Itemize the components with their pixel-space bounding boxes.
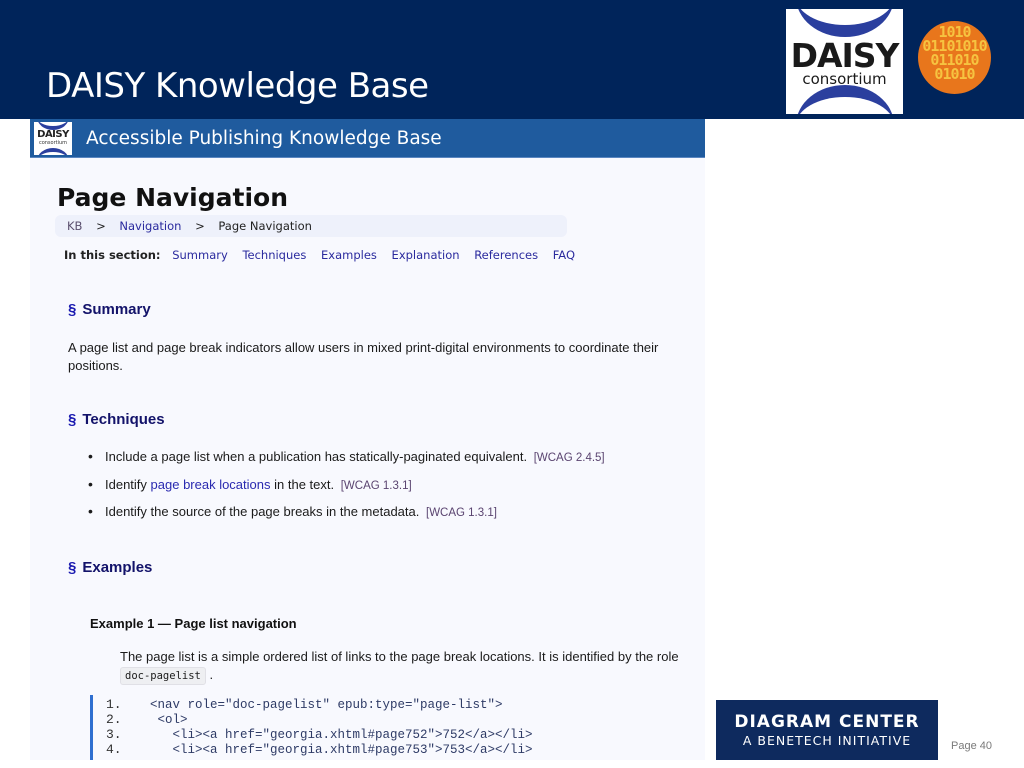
binary-circle-logo: 1010 01101010 011010 01010 xyxy=(918,21,991,94)
breadcrumb: KB > Navigation > Page Navigation xyxy=(55,215,567,237)
kb-banner-title[interactable]: Accessible Publishing Knowledge Base xyxy=(86,128,442,149)
line-number: 1. xyxy=(106,697,122,712)
section-nav-summary[interactable]: Summary xyxy=(172,248,228,262)
slide-title: DAISY Knowledge Base xyxy=(46,66,429,106)
technique-text-end: in the text. xyxy=(270,476,335,492)
technique-item: • Identify page break locations in the t… xyxy=(86,475,605,505)
technique-item: • Identify the source of the page breaks… xyxy=(86,503,605,532)
section-nav-references[interactable]: References xyxy=(474,248,538,262)
breadcrumb-current: Page Navigation xyxy=(218,219,312,233)
code-text: <li><a href="georgia.xhtml#page753">753<… xyxy=(150,743,533,757)
line-number: 4. xyxy=(106,742,122,757)
example-1-desc-text: The page list is a simple ordered list o… xyxy=(120,649,679,664)
techniques-heading: § Techniques xyxy=(68,411,165,428)
section-anchor-icon[interactable]: § xyxy=(68,411,76,428)
section-nav-faq[interactable]: FAQ xyxy=(553,248,575,262)
line-number: 2. xyxy=(106,712,122,727)
kb-banner: DAISY consortium Accessible Publishing K… xyxy=(30,119,705,158)
page-number: Page 40 xyxy=(951,740,992,752)
example-1-title: Example 1 — Page list navigation xyxy=(90,616,297,631)
technique-item: • Include a page list when a publication… xyxy=(86,448,605,477)
diagram-center-logo: DIAGRAM CENTER A BENETECH INITIATIVE xyxy=(716,700,938,760)
example-1-description: The page list is a simple ordered list o… xyxy=(120,648,705,685)
code-line: 4. <li><a href="georgia.xhtml#page753">7… xyxy=(106,742,705,757)
diagram-logo-line2: A BENETECH INITIATIVE xyxy=(742,733,912,748)
kb-logo-ring-bottom xyxy=(37,148,69,155)
section-nav-examples[interactable]: Examples xyxy=(321,248,377,262)
code-text: <ol> xyxy=(150,713,188,727)
daisy-consortium-logo: DAISY consortium xyxy=(786,9,903,114)
examples-heading: § Examples xyxy=(68,559,152,576)
section-nav-techniques[interactable]: Techniques xyxy=(242,248,306,262)
logo-arc-bottom xyxy=(796,85,894,114)
breadcrumb-separator: > xyxy=(195,219,205,233)
breadcrumb-separator: > xyxy=(96,219,106,233)
bullet-icon: • xyxy=(88,475,93,492)
bullet-icon: • xyxy=(88,448,93,464)
kb-screenshot: DAISY consortium Accessible Publishing K… xyxy=(30,119,705,760)
inline-code-chip: doc-pagelist xyxy=(120,667,206,685)
code-line: 3. <li><a href="georgia.xhtml#page752">7… xyxy=(106,727,705,742)
diagram-logo-line1: DIAGRAM CENTER xyxy=(734,712,920,732)
section-nav-label: In this section: xyxy=(64,248,161,262)
summary-heading: § Summary xyxy=(68,301,151,318)
summary-heading-text: Summary xyxy=(82,301,151,318)
techniques-heading-text: Techniques xyxy=(82,411,165,428)
line-number: 3. xyxy=(106,727,122,742)
examples-heading-text: Examples xyxy=(82,559,153,576)
section-anchor-icon[interactable]: § xyxy=(68,559,76,576)
logo-word-consortium: consortium xyxy=(802,70,887,88)
section-nav-explanation[interactable]: Explanation xyxy=(392,248,460,262)
wcag-reference-link[interactable]: [WCAG 1.3.1] xyxy=(341,480,412,492)
logo-arc-top xyxy=(796,9,894,37)
page-break-locations-link[interactable]: page break locations xyxy=(151,477,271,492)
techniques-list: • Include a page list when a publication… xyxy=(86,448,605,532)
code-text: <li><a href="georgia.xhtml#page752">752<… xyxy=(150,728,533,742)
wcag-reference-link[interactable]: [WCAG 1.3.1] xyxy=(426,507,497,519)
breadcrumb-navigation-link[interactable]: Navigation xyxy=(119,219,181,233)
code-line: 2. <ol> xyxy=(106,712,705,727)
technique-text: Identify xyxy=(105,476,151,492)
kb-daisy-logo[interactable]: DAISY consortium xyxy=(34,122,72,155)
kb-logo-word-daisy: DAISY xyxy=(37,129,69,140)
breadcrumb-kb-link[interactable]: KB xyxy=(67,219,82,233)
page-title: Page Navigation xyxy=(57,183,288,212)
kb-logo-word-consortium: consortium xyxy=(38,140,68,146)
technique-text: Identify the source of the page breaks i… xyxy=(105,504,420,519)
section-nav: In this section: Summary Techniques Exam… xyxy=(64,248,586,262)
desc-end: . xyxy=(209,667,214,682)
slide-header: DAISY Knowledge Base DAISY consortium 10… xyxy=(0,0,1024,119)
technique-text: Include a page list when a publication h… xyxy=(105,449,528,464)
section-anchor-icon[interactable]: § xyxy=(68,301,76,318)
code-text: <nav role="doc-pagelist" epub:type="page… xyxy=(150,698,503,712)
code-block: 1. <nav role="doc-pagelist" epub:type="pa… xyxy=(90,695,705,760)
code-line: 1. <nav role="doc-pagelist" epub:type="pa… xyxy=(106,697,705,712)
summary-text: A page list and page break indicators al… xyxy=(68,340,659,373)
bullet-icon: • xyxy=(88,503,93,519)
wcag-reference-link[interactable]: [WCAG 2.4.5] xyxy=(534,452,605,464)
